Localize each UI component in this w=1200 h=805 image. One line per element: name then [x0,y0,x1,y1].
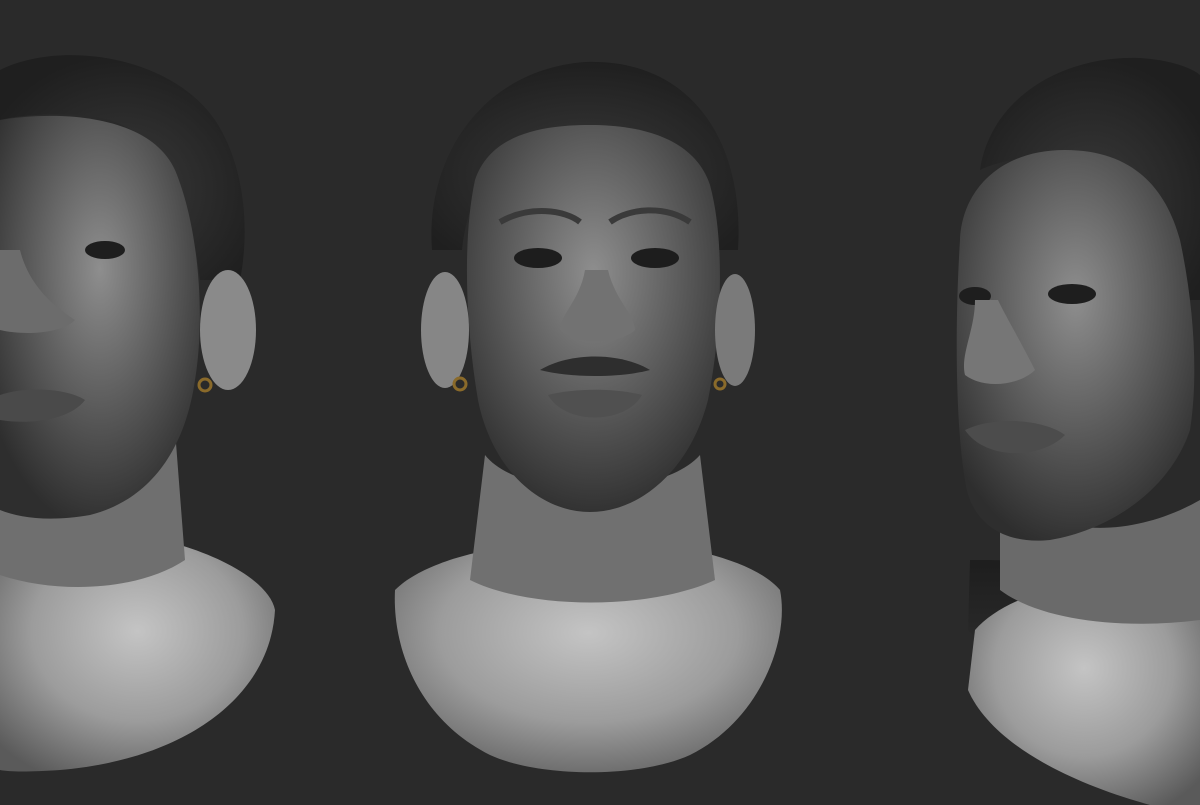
right-bust-eye-right [1048,284,1096,304]
center-bust-ear-right [715,274,755,386]
right-bust [956,57,1200,805]
left-bust-ear [200,270,256,390]
center-bust-earring-left [452,376,468,392]
center-bust-eye-right [631,248,679,268]
left-bust-earring [197,377,213,393]
center-bust [394,61,782,773]
center-bust-earring-right [713,377,727,391]
center-bust-ear-left [421,272,469,388]
left-bust-eye [85,241,125,259]
bust-sculpt-render [0,55,1200,805]
left-bust [0,55,275,772]
center-bust-eye-left [514,248,562,268]
sculpt-render-stage [0,0,1200,805]
